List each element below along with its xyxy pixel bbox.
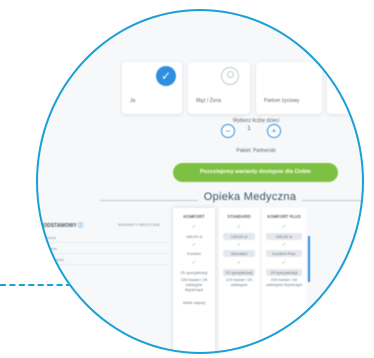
row-label: Badania [42,246,57,251]
plan-details: 200 badań i 30 zabiegów fizjoterapii [265,277,303,287]
magnifier-lens: Ja ✓ Mąż / Żona Partner życiowy Wybierz … [36,9,364,354]
plan-header: KOMFORT PLUS [267,214,301,219]
check-icon: ✓ [191,224,197,230]
plan-specialists: 25 specjalizacji [180,270,208,275]
insured-option-spouse[interactable]: Mąż / Żona [188,62,250,114]
check-icon: ✓ [281,260,287,266]
insurance-configurator: Ja ✓ Mąż / Żona Partner życiowy Wybierz … [36,9,364,354]
plan-tier: Standard [230,251,248,256]
row-label: Lekarze [42,235,57,240]
check-icon: ✓ [236,260,242,266]
children-count-value[interactable]: 1 [238,126,260,132]
plan-header: KOMFORT [183,214,205,219]
insured-option-partner-label: Partner życiowy [264,98,300,104]
plan-header: STANDARD [227,214,251,219]
info-icon[interactable]: ⓘ [78,223,83,229]
children-count-label: Wybierz liczbę dzieci [232,118,280,124]
decrement-button[interactable]: − [221,124,235,138]
section-title: Opieka Medyczna [203,191,297,203]
plan-column-komfort-plus[interactable]: KOMFORT PLUS ✓ 249,00 zł ✓ Komfort Plus … [262,208,306,354]
selected-check-icon: ✓ [156,66,176,86]
variants-subheader: WARIANTY MEDYCZNE [118,223,161,227]
base-plan-title: PODSTAWOWY ⓘ [40,222,83,229]
package-label: Pakiet: Partnerski [236,148,276,154]
check-icon: ✓ [236,224,242,230]
check-icon: ✓ [191,260,197,266]
plan-specialists: 29 specjalizacji [270,270,298,275]
table-row: Badania [40,245,168,254]
person-icon [221,67,239,85]
check-icon: ✓ [281,242,287,248]
section-divider-right [302,200,364,201]
plans-comparison-table: PODSTAWOWY ⓘ WARIANTY MEDYCZNE Lekarze B… [40,208,364,354]
check-icon: ✓ [281,224,287,230]
increment-button[interactable]: + [267,124,281,138]
plan-tier: Komfort Plus [272,251,296,256]
check-icon: ✓ [191,242,197,248]
plan-details: 150 badań i 28 zabiegów fizjoterapii [180,277,208,292]
plan-specialists: 20 specjalizacji [225,270,253,275]
plan-column-standard[interactable]: STANDARD ✓ 149,00 zł ✓ Standard ✓ 20 spe… [219,208,259,354]
insured-option-partner[interactable]: Partner życiowy [256,62,322,114]
base-plan-title-text: PODSTAWOWY [40,223,77,229]
table-row: Diagnostyka [40,256,168,265]
check-icon: ✓ [236,242,242,248]
insured-option-self-label: Ja [130,98,136,104]
plan-more: Wiele więcej [182,300,206,305]
plan-tier: Komfort [186,251,201,256]
plan-details: 120 badań i 20 zabiegów [225,277,253,287]
row-label: Diagnostyka [42,257,65,262]
plan-price: 149,00 zł [230,234,248,239]
insured-option-spouse-label: Mąż / Żona [196,98,222,104]
section-divider-left [100,200,198,201]
plan-column-komfort[interactable]: KOMFORT ✓ 189,00 zł ✓ Komfort ✓ 25 specj… [173,208,215,354]
show-variants-button[interactable]: Pozostajemy warianty dostępne dla Ciebie [173,163,338,182]
table-row: Lekarze [40,234,168,243]
plan-price: 189,00 zł [185,234,203,239]
plan-price: 249,00 zł [275,234,293,239]
insured-option-more[interactable] [327,62,364,114]
table-scrollbar[interactable] [308,236,310,282]
